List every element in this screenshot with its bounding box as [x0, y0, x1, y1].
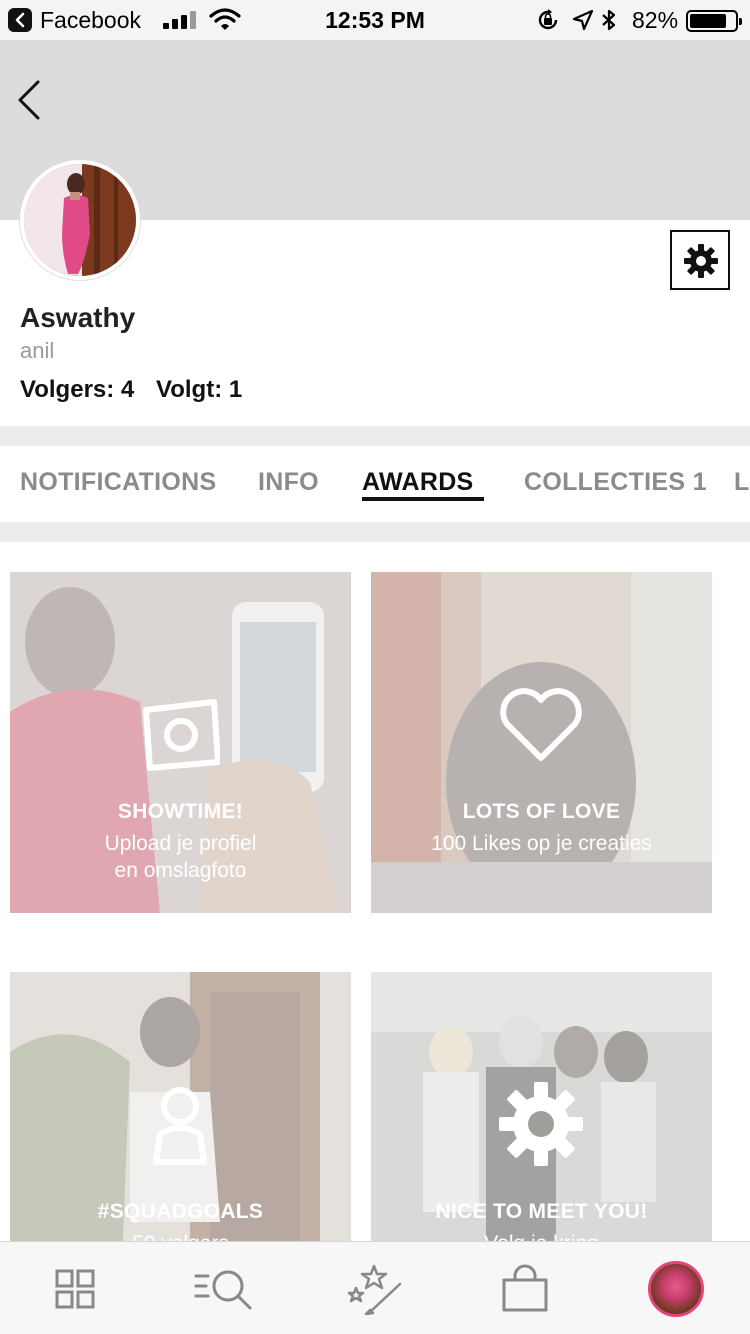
tab-info[interactable]: INFO — [258, 468, 319, 497]
section-divider — [0, 522, 750, 542]
award-title: SHOWTIME! — [117, 800, 244, 823]
battery-percent: 82% — [632, 7, 679, 33]
magic-wand-icon — [347, 1264, 402, 1316]
award-title: NICE TO MEET YOU! — [435, 1200, 648, 1223]
bottom-navigation — [0, 1241, 750, 1334]
profile-tabs: NOTIFICATIONS INFO AWARDS COLLECTIES 1 L… — [0, 446, 750, 522]
search-list-icon — [194, 1270, 252, 1310]
section-divider — [0, 426, 750, 446]
gear-icon — [684, 244, 718, 278]
settings-button[interactable] — [670, 230, 730, 290]
award-description: 100 Likes op je creaties — [431, 832, 652, 855]
back-button[interactable] — [14, 78, 48, 124]
camera-icon — [143, 699, 220, 771]
profile-name: Aswathy — [20, 302, 136, 333]
battery-icon — [686, 10, 742, 32]
tab-awards[interactable]: AWARDS — [362, 468, 474, 497]
rotation-lock-icon — [538, 9, 558, 30]
chevron-left-icon — [18, 80, 40, 120]
profile-handle: anil — [20, 338, 55, 363]
status-bar: Facebook 12:53 PM 82% — [0, 0, 750, 40]
tab-partial[interactable]: LI — [734, 468, 750, 497]
award-title: #SQUADGOALS — [97, 1200, 264, 1223]
nav-create[interactable] — [300, 1242, 450, 1334]
gear-icon — [499, 1082, 583, 1166]
profile-avatar[interactable] — [20, 160, 140, 280]
active-tab-indicator — [362, 497, 484, 501]
following-count[interactable]: Volgt: 1 — [156, 376, 242, 404]
tab-notifications[interactable]: NOTIFICATIONS — [20, 468, 216, 497]
location-icon — [572, 9, 594, 31]
shopping-bag-icon — [502, 1264, 548, 1312]
followers-count[interactable]: Volgers: 4 — [20, 376, 134, 404]
heart-icon — [500, 688, 582, 761]
nav-profile-avatar[interactable] — [648, 1261, 704, 1317]
tab-collecties[interactable]: COLLECTIES 1 — [524, 468, 707, 497]
bluetooth-icon — [602, 9, 616, 31]
award-title: LOTS OF LOVE — [462, 800, 621, 823]
nav-feed[interactable] — [0, 1242, 150, 1334]
award-description: Upload je profiel en omslagfoto — [104, 832, 257, 882]
person-icon — [153, 1087, 207, 1165]
grid-icon — [55, 1269, 95, 1309]
nav-shop[interactable] — [450, 1242, 600, 1334]
nav-search[interactable] — [150, 1242, 300, 1334]
award-card-showtime[interactable]: SHOWTIME! Upload je profiel en omslagfot… — [10, 572, 351, 913]
award-card-lots-of-love[interactable]: LOTS OF LOVE 100 Likes op je creaties — [371, 572, 712, 913]
